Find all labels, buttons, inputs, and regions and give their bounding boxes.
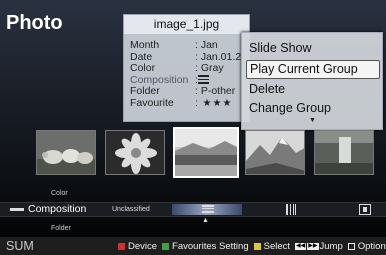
file-info-panel: image_1.jpg Month : Jan Date : Jan.01.2 … — [123, 14, 250, 122]
group-label: Unclassified — [112, 206, 150, 213]
tools-icon — [347, 242, 355, 250]
photo-browser-screen: Photo image_1.jpg Month : Jan Date : Jan… — [0, 0, 386, 255]
menu-item-delete[interactable]: Delete — [246, 80, 380, 99]
info-row-month: Month : Jan — [130, 39, 241, 52]
thumbnail-mountain[interactable] — [245, 130, 305, 175]
yellow-button-icon — [253, 242, 261, 250]
rewind-icon: ◀◀ — [295, 242, 307, 250]
info-key: Month — [130, 39, 160, 51]
info-row-favourite: Favourite : ★★★ — [130, 96, 241, 110]
info-key: Color — [130, 62, 156, 74]
info-row-color: Color : Gray — [130, 62, 241, 75]
category-current-label: Composition — [28, 203, 87, 215]
legend-option[interactable]: Option — [347, 240, 386, 252]
menu-item-change-group[interactable]: Change Group — [246, 99, 380, 118]
red-button-icon — [118, 242, 125, 250]
forward-icon: ▶▶ — [307, 242, 319, 250]
green-button-icon — [162, 242, 170, 250]
thumbnail-landscape-selected[interactable] — [173, 127, 239, 178]
menu-item-play-current-group[interactable]: Play Current Group — [246, 60, 380, 79]
category-above: Color — [51, 190, 68, 197]
category-current[interactable]: Composition — [10, 203, 86, 215]
legend-label: Device — [128, 240, 158, 252]
info-value: : Gray — [195, 62, 224, 74]
legend-label: Favourites Setting — [172, 240, 249, 252]
thumbnail-flower[interactable] — [105, 130, 165, 175]
position-marker-icon: ▲ — [202, 217, 209, 224]
menu-item-slide-show[interactable]: Slide Show — [246, 39, 380, 58]
bottom-bar: SUM Device Favourites Setting Select ◀◀ ▶… — [0, 237, 386, 255]
category-below: Folder — [51, 225, 71, 232]
scroll-down-icon[interactable]: ▼ — [309, 117, 316, 124]
legend-favourites[interactable]: Favourites Setting — [162, 241, 249, 252]
composition-icon — [197, 75, 209, 85]
button-legend: Device Favourites Setting Select ◀◀ ▶▶ Ju… — [118, 237, 386, 255]
thumbnail-sheep[interactable] — [36, 130, 96, 175]
sum-label: SUM — [6, 239, 34, 253]
legend-label: Jump — [319, 240, 343, 252]
legend-device[interactable]: Device — [118, 241, 157, 252]
category-indicator — [10, 207, 24, 211]
legend-jump[interactable]: ◀◀ ▶▶ Jump — [295, 241, 343, 252]
page-title: Photo — [6, 12, 63, 34]
info-row-folder: Folder : P-other — [130, 85, 241, 98]
tools-menu: Slide Show Play Current Group Delete Cha… — [241, 32, 383, 130]
info-value: : P-other — [195, 85, 236, 97]
favourite-stars: : ★★★ — [195, 97, 233, 109]
info-key: Folder — [130, 85, 160, 97]
legend-select[interactable]: Select — [253, 240, 291, 252]
thumbnail-waterfall[interactable] — [314, 130, 374, 175]
legend-label: Select — [263, 240, 291, 252]
thumbnail-strip — [0, 127, 386, 179]
composition-group-icon — [202, 205, 214, 213]
legend-label: Option — [357, 240, 386, 252]
file-name: image_1.jpg — [124, 15, 249, 34]
info-key: Favourite — [130, 96, 174, 109]
info-value: : Jan — [195, 39, 218, 51]
single-group-icon[interactable] — [359, 204, 371, 215]
vertical-group-icon[interactable] — [286, 204, 296, 215]
